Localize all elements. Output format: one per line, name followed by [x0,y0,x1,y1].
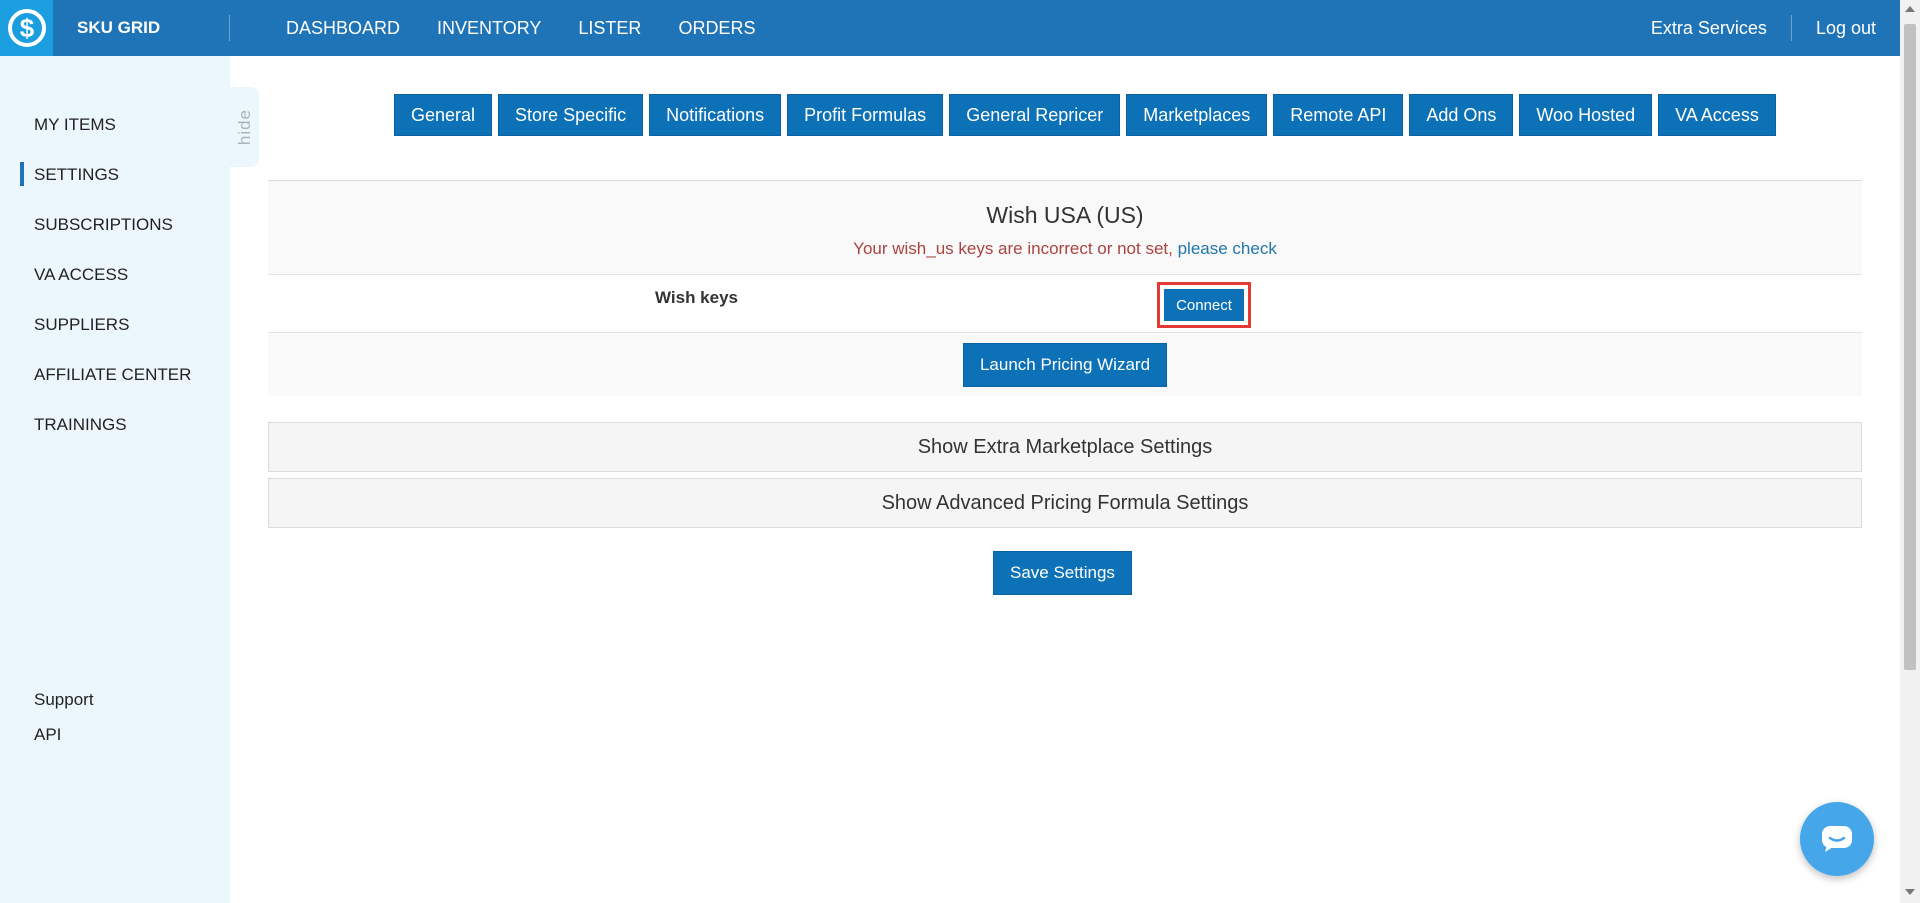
show-advanced-pricing-settings[interactable]: Show Advanced Pricing Formula Settings [268,478,1862,528]
scroll-up-arrow-icon[interactable] [1905,6,1915,12]
nav-dashboard[interactable]: DASHBOARD [286,18,400,39]
tab-notifications[interactable]: Notifications [649,94,782,136]
active-indicator [20,162,24,186]
launch-pricing-wizard-button[interactable]: Launch Pricing Wizard [962,342,1168,387]
marketplace-panel: Wish USA (US) Your wish_us keys are inco… [268,180,1862,396]
nav-inventory[interactable]: INVENTORY [437,18,541,39]
sidebar: MY ITEMS SETTINGS SUBSCRIPTIONS VA ACCES… [0,56,230,903]
brand-name[interactable]: SKU GRID [77,18,227,38]
tab-woo-hosted[interactable]: Woo Hosted [1519,94,1653,136]
wizard-row: Launch Pricing Wizard [268,333,1862,396]
warning-text: Your wish_us keys are incorrect or not s… [853,239,1178,258]
show-extra-marketplace-settings[interactable]: Show Extra Marketplace Settings [268,422,1862,472]
chat-icon [1822,826,1852,852]
panel-title: Wish USA (US) [986,202,1144,228]
keys-warning: Your wish_us keys are incorrect or not s… [268,239,1862,259]
right-nav: Extra Services Log out [1651,0,1876,56]
please-check-link[interactable]: please check [1178,239,1277,258]
scroll-thumb[interactable] [1904,24,1916,670]
sidebar-item-trainings[interactable]: TRAININGS [34,415,127,435]
save-settings-button[interactable]: Save Settings [993,551,1132,595]
sidebar-item-suppliers[interactable]: SUPPLIERS [34,315,129,335]
nav-divider [1790,15,1792,41]
tab-add-ons[interactable]: Add Ons [1409,94,1514,136]
support-link[interactable]: Support [34,690,94,710]
logo[interactable]: $ [0,0,53,56]
svg-text:$: $ [19,13,34,43]
tab-profit-formulas[interactable]: Profit Formulas [787,94,944,136]
api-link[interactable]: API [34,725,61,745]
nav-divider [229,15,230,41]
save-container: Save Settings [993,551,1132,595]
page-scrollbar[interactable] [1900,0,1920,903]
dollar-logo-icon: $ [7,9,46,47]
chat-widget-button[interactable] [1800,802,1874,876]
nav-lister[interactable]: LISTER [578,18,641,39]
tab-va-access[interactable]: VA Access [1658,94,1776,136]
sidebar-item-settings[interactable]: SETTINGS [34,165,119,185]
connect-button[interactable]: Connect [1164,289,1244,321]
extra-services-link[interactable]: Extra Services [1651,18,1767,39]
sidebar-item-affiliate-center[interactable]: AFFILIATE CENTER [34,365,191,385]
tab-general-repricer[interactable]: General Repricer [949,94,1121,136]
main-nav: DASHBOARD INVENTORY LISTER ORDERS [286,18,792,39]
wish-keys-label: Wish keys [655,288,738,307]
tab-marketplaces[interactable]: Marketplaces [1126,94,1268,136]
panel-header: Wish USA (US) Your wish_us keys are inco… [268,180,1862,275]
wish-keys-row: Wish keys Connect [268,275,1862,333]
settings-tabs: General Store Specific Notifications Pro… [394,94,1782,136]
sidebar-item-subscriptions[interactable]: SUBSCRIPTIONS [34,215,173,235]
hide-label: hide [234,108,254,146]
tab-remote-api[interactable]: Remote API [1273,94,1404,136]
tab-general[interactable]: General [394,94,493,136]
sidebar-item-my-items[interactable]: MY ITEMS [34,115,116,135]
sidebar-item-va-access[interactable]: VA ACCESS [34,265,128,285]
logout-link[interactable]: Log out [1816,18,1876,39]
connect-highlight: Connect [1157,282,1251,328]
top-navbar: $ SKU GRID DASHBOARD INVENTORY LISTER OR… [0,0,1900,56]
scroll-down-arrow-icon[interactable] [1905,889,1915,895]
nav-orders[interactable]: ORDERS [678,18,755,39]
tab-store-specific[interactable]: Store Specific [498,94,644,136]
hide-sidebar-toggle[interactable]: hide [230,87,259,167]
